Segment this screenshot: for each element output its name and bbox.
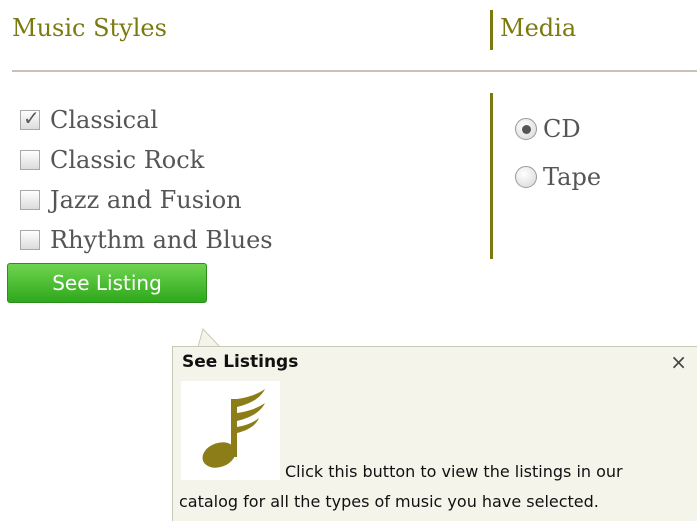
radio-row-tape[interactable]: Tape <box>515 153 601 201</box>
checkbox-row-classical[interactable]: ✓ Classical <box>20 100 273 140</box>
checkbox-row-classic-rock[interactable]: Classic Rock <box>20 140 273 180</box>
tooltip-text-line2: catalog for all the types of music you h… <box>179 492 599 511</box>
radio-selected-dot <box>522 125 531 134</box>
checkbox-classical[interactable]: ✓ <box>20 106 40 130</box>
checkbox-label: Jazz and Fusion <box>50 186 242 214</box>
media-header: Media <box>500 14 577 42</box>
radio-tape[interactable] <box>515 166 537 188</box>
checkbox-row-rhythm-and-blues[interactable]: Rhythm and Blues <box>20 220 273 260</box>
checkbox-jazz-and-fusion[interactable] <box>20 190 40 210</box>
radio-label: Tape <box>543 163 602 191</box>
tooltip-title: See Listings <box>182 352 299 372</box>
checkbox-label: Rhythm and Blues <box>50 226 273 254</box>
checkbox-label: Classical <box>50 106 159 134</box>
music-styles-list: ✓ Classical Classic Rock Jazz and Fusion… <box>20 100 273 260</box>
music-styles-header: Music Styles <box>12 14 167 42</box>
checkbox-label: Classic Rock <box>50 146 205 174</box>
checkbox-row-jazz-and-fusion[interactable]: Jazz and Fusion <box>20 180 273 220</box>
see-listing-button[interactable]: See Listing <box>7 263 207 303</box>
checkbox-classic-rock[interactable] <box>20 150 40 170</box>
radio-row-cd[interactable]: CD <box>515 105 601 153</box>
tooltip-body: Click this button to view the listings i… <box>179 457 694 517</box>
media-radio-list: CD Tape <box>515 105 601 201</box>
close-icon[interactable]: × <box>670 350 687 374</box>
horizontal-rule <box>12 70 697 72</box>
radio-label: CD <box>543 115 581 143</box>
checkmark-icon: ✓ <box>23 106 40 130</box>
checkbox-rhythm-and-blues[interactable] <box>20 230 40 250</box>
radio-cd[interactable] <box>515 118 537 140</box>
tooltip: See Listings × Click this button to view… <box>172 346 697 521</box>
media-divider <box>490 93 493 259</box>
header-divider <box>490 10 493 50</box>
tooltip-text-line1: Click this button to view the listings i… <box>285 462 623 481</box>
